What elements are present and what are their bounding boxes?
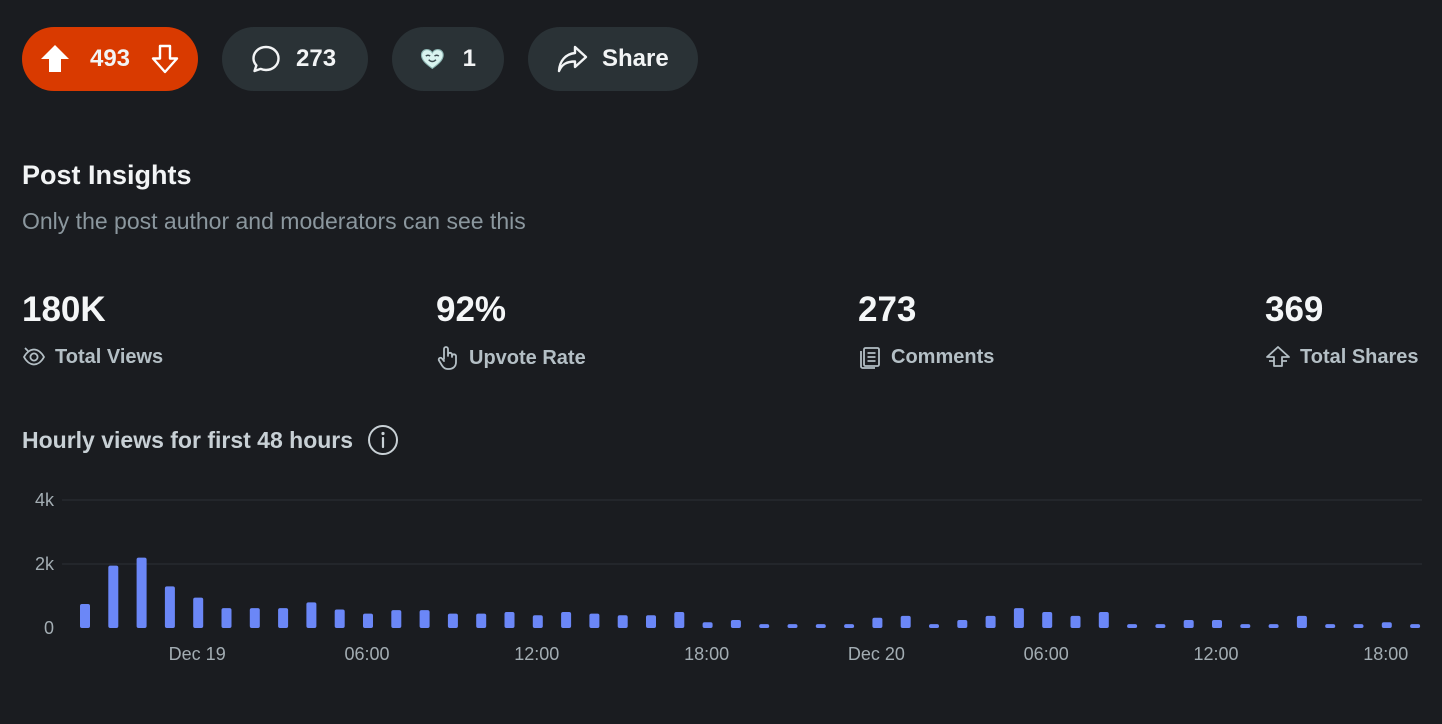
stat-total-views: 180K Total Views <box>22 290 163 369</box>
chart-bar <box>306 602 317 628</box>
hourly-views-chart: 0 2k 4k Dec 19 06:00 12:00 18:00 Dec 20 06:00 12:… <box>35 490 1422 664</box>
chart-bar <box>391 610 402 628</box>
upvote-arrow-icon <box>41 45 69 72</box>
share-up-icon <box>1266 346 1290 367</box>
chart-bar <box>476 613 487 628</box>
chart-bar <box>957 620 968 628</box>
chart-bar <box>193 597 204 628</box>
chart-bar <box>1240 624 1251 628</box>
chart-bar <box>646 615 656 628</box>
chart-bar <box>900 615 911 628</box>
chart-bar <box>1155 624 1166 628</box>
stat-label: Comments <box>891 345 995 368</box>
y-tick-label: 0 <box>44 618 54 638</box>
chart-bar <box>617 615 628 628</box>
chart-bar <box>1212 620 1222 628</box>
chart-bar <box>164 586 175 628</box>
chart-bar <box>1013 608 1024 628</box>
chart-bar <box>759 624 770 628</box>
x-tick-label: Dec 19 <box>169 644 226 664</box>
chart-bar <box>674 612 685 628</box>
chart-bar <box>561 612 572 628</box>
y-tick-label: 4k <box>35 490 55 510</box>
chart-bar <box>702 622 713 628</box>
upvote-button[interactable] <box>38 42 72 76</box>
chart-bar <box>985 615 996 628</box>
x-tick-label: 06:00 <box>1024 644 1069 664</box>
eye-icon <box>22 347 46 366</box>
stat-label: Total Shares <box>1300 345 1419 368</box>
stat-value: 180K <box>22 290 106 329</box>
vote-count: 493 <box>89 45 131 72</box>
chart-bar <box>815 624 826 628</box>
chart-bar <box>1042 612 1053 628</box>
hand-pointer-icon <box>437 346 457 370</box>
chart-bar <box>787 624 798 628</box>
chart-bar <box>108 565 119 628</box>
x-tick-label: 18:00 <box>1363 644 1408 664</box>
stat-upvote-rate: 92% Upvote Rate <box>436 290 586 371</box>
chart-bar <box>1127 624 1138 628</box>
share-arrow-icon <box>557 45 588 73</box>
x-tick-label: 06:00 <box>344 644 389 664</box>
comment-count: 273 <box>296 45 337 72</box>
chart-bar <box>504 612 515 628</box>
chart-bar <box>1325 624 1336 628</box>
insights-subtitle: Only the post author and moderators can … <box>22 208 526 234</box>
chart-bar <box>278 608 289 628</box>
info-icon[interactable] <box>367 424 399 456</box>
x-tick-label: 12:00 <box>1193 644 1238 664</box>
chart-bar <box>1268 624 1279 628</box>
chart-bar <box>334 609 345 628</box>
comments-button[interactable]: 273 <box>222 27 368 91</box>
chart-bar <box>929 624 939 628</box>
vote-control: 493 <box>22 27 198 91</box>
downvote-button[interactable] <box>148 42 182 76</box>
chart-bar <box>363 613 373 628</box>
stat-value: 369 <box>1265 290 1324 329</box>
stat-total-shares: 369 Total Shares <box>1265 290 1419 369</box>
chart-bar <box>249 608 260 628</box>
chart-bar <box>1353 624 1364 628</box>
share-button[interactable]: Share <box>528 27 698 91</box>
x-tick-label: 18:00 <box>684 644 729 664</box>
chart-bar <box>730 620 741 628</box>
stat-value: 92% <box>436 290 507 329</box>
chart-bar <box>1183 620 1194 628</box>
chart-bar <box>1070 615 1081 628</box>
post-action-bar: 493 273 1 Share <box>22 27 698 91</box>
chart-bar <box>80 604 90 628</box>
comments-icon <box>860 347 880 369</box>
stat-comments: 273 Comments <box>858 290 994 369</box>
chart-bar <box>1381 622 1392 628</box>
award-heart-icon <box>420 49 444 70</box>
chart-bar <box>872 617 883 628</box>
downvote-arrow-icon <box>151 44 179 74</box>
chart-title: Hourly views for first 48 hours <box>22 426 354 453</box>
chart-bar <box>136 557 147 628</box>
insights-title: Post Insights <box>22 160 192 190</box>
x-tick-label: Dec 20 <box>848 644 905 664</box>
stat-label: Total Views <box>55 345 164 368</box>
chart-bar <box>844 624 855 628</box>
chart-bar <box>1410 624 1421 628</box>
chart-bar <box>447 613 458 628</box>
x-tick-label: 12:00 <box>514 644 559 664</box>
chart-bar <box>221 608 232 628</box>
share-label: Share <box>602 45 669 72</box>
chart-bar <box>1098 612 1109 628</box>
chart-bar <box>589 613 600 628</box>
stat-value: 273 <box>858 290 917 329</box>
chart-bar <box>532 615 543 628</box>
award-count: 1 <box>462 45 476 72</box>
chart-header: Hourly views for first 48 hours <box>22 424 399 456</box>
speech-bubble-icon <box>252 45 280 73</box>
stat-label: Upvote Rate <box>469 346 586 369</box>
award-button[interactable]: 1 <box>392 27 504 91</box>
chart-bar <box>419 610 430 628</box>
y-tick-label: 2k <box>35 554 55 574</box>
chart-bar <box>1296 615 1307 628</box>
